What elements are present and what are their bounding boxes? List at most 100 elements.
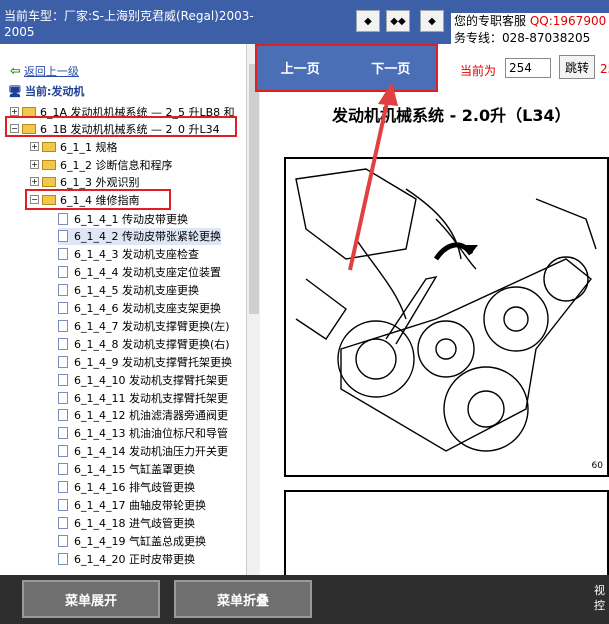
tree-doc-item[interactable]: 6_1_4_15 气缸盖罩更换 bbox=[58, 461, 195, 478]
split-icon[interactable]: ◆◆ bbox=[386, 10, 410, 32]
tree-item-label: 6_1_4_6 发动机支座支架更换 bbox=[74, 302, 221, 315]
jump-button[interactable]: 跳转 bbox=[559, 55, 595, 79]
folder-icon bbox=[42, 159, 56, 170]
tree-doc-item[interactable]: 6_1_4_20 正时皮带更换 bbox=[58, 550, 195, 567]
tree-doc-item[interactable]: 6_1_4_14 发动机油压力开关更 bbox=[58, 443, 228, 460]
tree-doc-item[interactable]: 6_1_4_19 气缸盖总成更换 bbox=[58, 532, 206, 549]
highlight-box-guide bbox=[25, 189, 171, 210]
tree-item-label: 6_1_4_13 机油油位标尺和导管 bbox=[74, 427, 228, 441]
tree-item-label: 6_1_4_18 进气歧管更换 bbox=[74, 516, 195, 530]
tree-item-label: 6_1_4_1 传动皮带更换 bbox=[74, 212, 188, 226]
tree-item-label: 6_1_1 规格 bbox=[60, 140, 118, 154]
expand-icon[interactable]: + bbox=[30, 177, 39, 186]
folder-icon bbox=[42, 141, 56, 152]
last-page-icon[interactable]: ◆ bbox=[420, 10, 444, 32]
tree-item-label: 6_1_4_20 正时皮带更换 bbox=[74, 552, 195, 566]
figure-number: 60 bbox=[591, 461, 603, 471]
tree-doc-item[interactable]: 6_1_4_18 进气歧管更换 bbox=[58, 514, 195, 531]
tree-doc-item[interactable]: 6_1_4_9 发动机支撑臂托架更换 bbox=[58, 353, 232, 370]
tree-item-label: 6_1_4_17 曲轴皮带轮更换 bbox=[74, 498, 206, 512]
side-line-1: 视 bbox=[594, 584, 605, 597]
tree-doc-item[interactable]: 6_1_4_17 曲轴皮带轮更换 bbox=[58, 496, 206, 513]
tree-item-label: 6_1_4_9 发动机支撑臂托架更换 bbox=[74, 355, 232, 369]
document-icon bbox=[58, 516, 68, 529]
side-text: 视 控 bbox=[594, 583, 605, 613]
tree-item-label: 6_1_4_3 发动机支座检查 bbox=[74, 248, 199, 262]
tree-doc-item[interactable]: 6_1_4_5 发动机支座更换 bbox=[58, 282, 199, 299]
tree-folder-item[interactable]: +6_1_2 诊断信息和程序 bbox=[30, 156, 173, 173]
car-model-label: 当前车型：厂家:S-上海别克君威(Regal)2003-2005 bbox=[4, 9, 254, 39]
tree-doc-item[interactable]: 6_1_4_16 排气歧管更换 bbox=[58, 479, 195, 496]
figure-next bbox=[284, 490, 609, 575]
back-link[interactable]: ⇦ 返回上一级 bbox=[10, 63, 79, 79]
tree-doc-item[interactable]: 6_1_4_1 传动皮带更换 bbox=[58, 210, 188, 227]
bottom-bar: 菜单展开 菜单折叠 bbox=[0, 575, 609, 624]
expand-icon[interactable]: + bbox=[10, 107, 19, 116]
tree-folder-item[interactable]: +6_1_1 规格 bbox=[30, 138, 118, 155]
expand-icon[interactable]: + bbox=[30, 142, 39, 151]
tree-item-label: 6_1_4_8 发动机支撑臂更换(右) bbox=[74, 337, 230, 351]
document-icon bbox=[58, 391, 68, 404]
tree-item-label: 6_1_4_14 发动机油压力开关更 bbox=[74, 445, 228, 459]
document-icon bbox=[58, 337, 68, 350]
tree-scrollbar[interactable] bbox=[246, 44, 260, 575]
current-label: 当前:发动机 bbox=[24, 85, 85, 98]
document-icon bbox=[58, 427, 68, 440]
document-icon bbox=[58, 355, 68, 368]
tree-folder-item[interactable]: +6_1_3 外观识别 bbox=[30, 173, 140, 190]
tree-doc-item[interactable]: 6_1_4_3 发动机支座检查 bbox=[58, 246, 199, 263]
highlight-box-l34 bbox=[5, 116, 237, 137]
tree-item-label: 6_1_4_19 气缸盖总成更换 bbox=[74, 534, 206, 548]
service-phone: 务专线：028-87038205 bbox=[454, 31, 591, 45]
tree-item-label: 6_1_3 外观识别 bbox=[60, 175, 140, 189]
pointer-arrow bbox=[348, 82, 398, 271]
tree-item-label: 6_1_4_15 气缸盖罩更换 bbox=[74, 463, 195, 477]
tree-doc-item[interactable]: 6_1_4_7 发动机支撑臂更换(左) bbox=[58, 317, 230, 334]
page-trailing: 25 bbox=[600, 62, 609, 76]
tree-doc-item[interactable]: 6_1_4_10 发动机支撑臂托架更 bbox=[58, 371, 228, 388]
tree-doc-item[interactable]: 6_1_4_4 发动机支座定位装置 bbox=[58, 264, 221, 281]
document-icon bbox=[58, 463, 68, 476]
tree-item-label: 6_1_2 诊断信息和程序 bbox=[60, 158, 173, 172]
document-icon bbox=[58, 409, 68, 422]
document-icon bbox=[58, 266, 68, 279]
tree-item-label: 6_1_4_5 发动机支座更换 bbox=[74, 284, 199, 298]
document-icon bbox=[58, 212, 68, 225]
tree-doc-item[interactable]: 6_1_4_13 机油油位标尺和导管 bbox=[58, 425, 228, 442]
tree-item-label: 6_1_4_11 发动机支撑臂托架更 bbox=[74, 391, 228, 405]
document-icon bbox=[58, 302, 68, 314]
document-icon bbox=[58, 534, 68, 547]
tree-doc-item[interactable]: 6_1_4_6 发动机支座支架更换 bbox=[58, 300, 221, 317]
tree-doc-item[interactable]: 6_1_4_2 传动皮带张紧轮更换 bbox=[58, 227, 221, 245]
service-label: 您的专职客服 bbox=[454, 14, 527, 28]
collapse-menu-button[interactable]: 菜单折叠 bbox=[174, 580, 312, 618]
computer-icon: 🖥 bbox=[8, 84, 22, 98]
page-input[interactable] bbox=[505, 58, 551, 78]
expand-menu-button[interactable]: 菜单展开 bbox=[22, 580, 160, 618]
tree-item-label: 6_1_4_16 排气歧管更换 bbox=[74, 481, 195, 494]
side-line-2: 控 bbox=[594, 599, 605, 612]
qq-link[interactable]: QQ:1967900 bbox=[530, 14, 606, 28]
document-icon bbox=[58, 319, 68, 332]
customer-service-panel: 您的专职客服 QQ:1967900 务专线：028-87038205 bbox=[451, 13, 609, 47]
folder-icon bbox=[42, 176, 56, 187]
document-icon bbox=[58, 481, 68, 493]
document-icon bbox=[58, 498, 68, 511]
current-category: 🖥 当前:发动机 bbox=[8, 83, 84, 99]
document-viewer: 发动机机械系统 - 2.0升（L34） 60 bbox=[270, 92, 609, 575]
tree-doc-item[interactable]: 6_1_4_12 机油滤清器旁通阀更 bbox=[58, 407, 228, 424]
document-icon bbox=[58, 248, 68, 261]
tree-doc-item[interactable]: 6_1_4_8 发动机支撑臂更换(右) bbox=[58, 335, 230, 352]
document-icon bbox=[58, 373, 68, 386]
expand-icon[interactable]: + bbox=[30, 160, 39, 169]
tree-item-label: 6_1_4_10 发动机支撑臂托架更 bbox=[74, 373, 228, 387]
first-page-icon[interactable]: ◆ bbox=[356, 10, 380, 32]
tree-scrollbar-thumb[interactable] bbox=[249, 64, 259, 314]
tree-doc-item[interactable]: 6_1_4_11 发动机支撑臂托架更 bbox=[58, 389, 228, 406]
folder-icon bbox=[22, 106, 36, 117]
document-icon bbox=[58, 230, 68, 243]
document-icon bbox=[58, 445, 68, 458]
document-icon bbox=[58, 552, 68, 565]
tree-item-label: 6_1_4_4 发动机支座定位装置 bbox=[74, 266, 221, 280]
page-label: 当前为 bbox=[460, 64, 497, 78]
